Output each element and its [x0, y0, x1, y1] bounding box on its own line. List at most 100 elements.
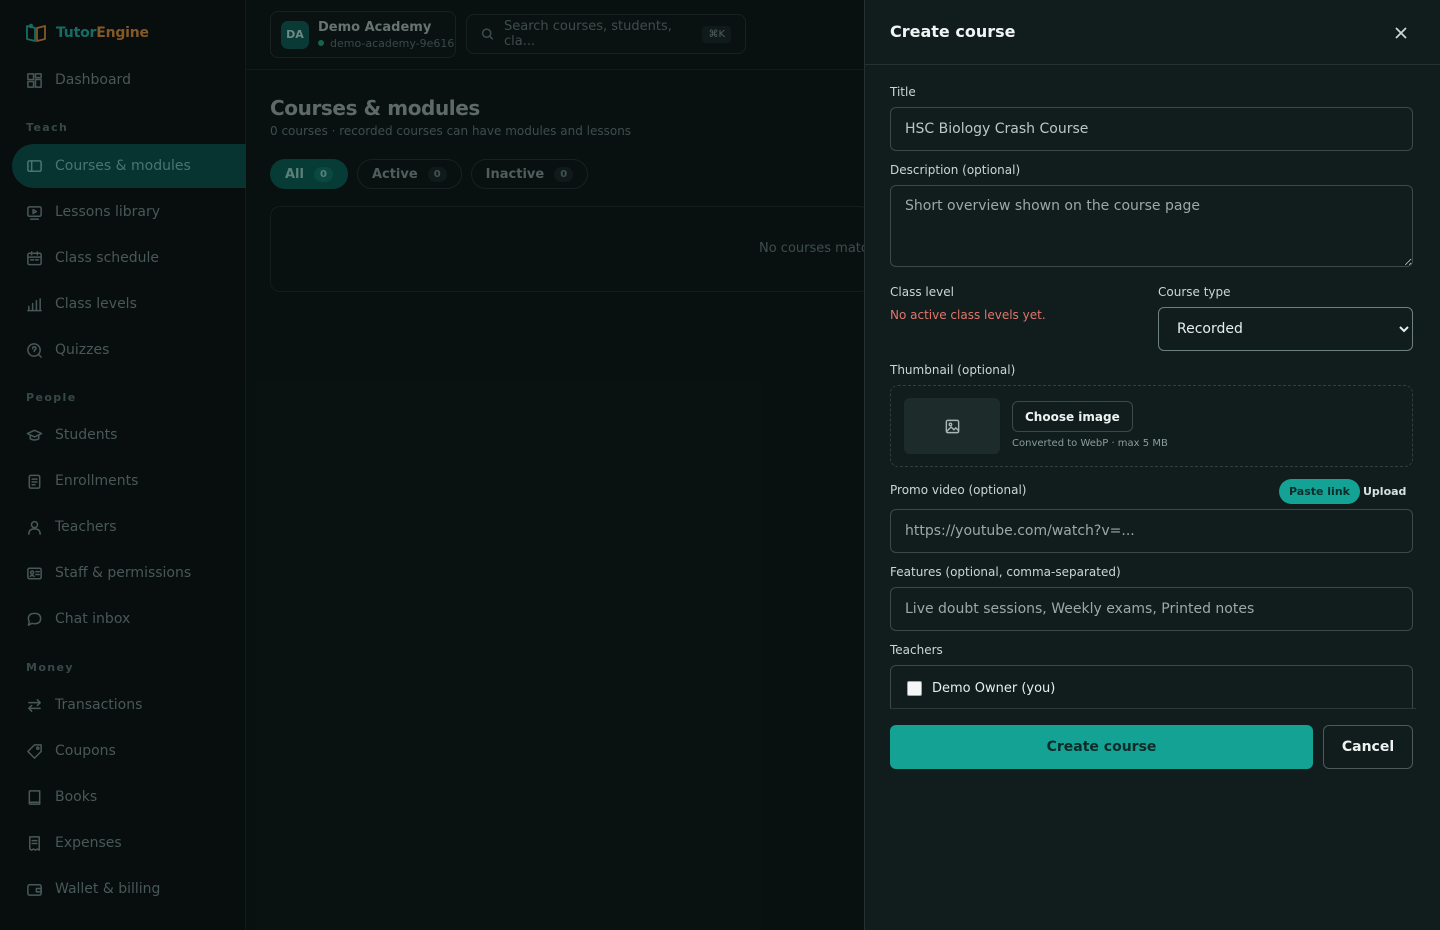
sidebar-item-books[interactable]: Books: [12, 775, 246, 819]
promo-video-label: Promo video (optional): [890, 483, 1027, 497]
global-search[interactable]: Search courses, students, cla... ⌘K: [466, 14, 746, 54]
sidebar-item-wallet-billing[interactable]: Wallet & billing: [12, 867, 246, 911]
id-card-icon: [27, 567, 42, 579]
sidebar-item-quizzes[interactable]: Quizzes: [12, 328, 246, 372]
create-course-button[interactable]: Create course: [890, 725, 1313, 769]
filter-tab-active[interactable]: Active 0: [356, 159, 462, 189]
search-icon: [481, 28, 494, 40]
sidebar-item-chat-inbox[interactable]: Chat inbox: [12, 597, 246, 641]
workspace-switcher[interactable]: DA Demo Academy demo-academy-9e616: [270, 11, 456, 58]
create-course-drawer: Create course Title Description (optiona…: [864, 0, 1440, 930]
dashboard-icon: [27, 72, 42, 88]
drawer-title: Create course: [890, 22, 1016, 41]
sidebar-item-expenses[interactable]: Expenses: [12, 821, 246, 865]
class-level-label: Class level: [890, 285, 954, 299]
sidebar-item-class-schedule[interactable]: Class schedule: [12, 236, 246, 280]
calendar-icon: [27, 250, 42, 265]
empty-state-text: No courses match: [759, 241, 870, 256]
drawer-header: Create course: [865, 0, 1440, 65]
tutor-engine-logo-icon: [24, 22, 48, 44]
choose-image-button[interactable]: Choose image: [1012, 401, 1133, 432]
features-input[interactable]: [890, 587, 1413, 631]
help-circle-icon: [27, 342, 42, 358]
workspace-avatar: DA: [281, 20, 309, 49]
tag-icon: [27, 743, 42, 759]
sidebar: TutorEngine Dashboard Teach Courses & mo…: [0, 0, 246, 930]
filter-tab-label: Active: [371, 166, 418, 182]
brand-logo[interactable]: TutorEngine: [24, 22, 149, 44]
teacher-option-row[interactable]: Demo Owner (you): [907, 681, 1055, 696]
wallet-icon: [27, 883, 42, 896]
promo-video-input[interactable]: [890, 509, 1413, 553]
sidebar-item-label: Wallet & billing: [55, 881, 161, 897]
filter-tab-inactive[interactable]: Inactive 0: [470, 159, 589, 189]
sidebar-item-label: Lessons library: [55, 204, 160, 220]
sidebar-item-coupons[interactable]: Coupons: [12, 729, 246, 773]
sidebar-item-lessons-library[interactable]: Lessons library: [12, 190, 246, 234]
sidebar-item-label: Enrollments: [55, 473, 139, 489]
sidebar-section-money: Money: [26, 661, 74, 674]
page-title: Courses & modules: [270, 96, 480, 120]
receipt-icon: [29, 835, 40, 851]
sidebar-section-people: People: [26, 391, 77, 404]
promo-tab-upload[interactable]: Upload: [1355, 479, 1414, 504]
search-shortcut-badge: ⌘K: [702, 25, 731, 43]
title-input[interactable]: [890, 107, 1413, 151]
class-level-error: No active class levels yet.: [890, 308, 1046, 322]
teachers-label: Teachers: [890, 643, 943, 657]
course-type-select[interactable]: Recorded: [1158, 307, 1413, 351]
description-label: Description (optional): [890, 163, 1021, 177]
sidebar-item-label: Dashboard: [55, 72, 131, 88]
sidebar-item-label: Courses & modules: [55, 158, 191, 174]
close-button[interactable]: [1390, 22, 1412, 44]
chat-bubble-icon: [27, 612, 42, 626]
promo-tab-paste-link[interactable]: Paste link: [1279, 479, 1360, 504]
clipboard-icon: [28, 474, 41, 489]
filter-count-badge: 0: [427, 166, 447, 182]
teachers-list: Demo Owner (you): [890, 665, 1413, 709]
teacher-option-label: Demo Owner (you): [932, 681, 1056, 696]
sidebar-item-courses[interactable]: Courses & modules: [12, 144, 246, 188]
user-icon: [28, 520, 41, 535]
book-icon: [28, 789, 41, 805]
filter-tab-all[interactable]: All 0: [270, 159, 348, 189]
sidebar-item-staff-permissions[interactable]: Staff & permissions: [12, 551, 246, 595]
sidebar-item-label: Quizzes: [55, 342, 110, 358]
sidebar-item-teachers[interactable]: Teachers: [12, 505, 246, 549]
teacher-checkbox[interactable]: [907, 681, 922, 696]
book-open-icon: [27, 159, 42, 172]
workspace-slug: demo-academy-9e616: [330, 36, 455, 50]
sidebar-item-transactions[interactable]: Transactions: [12, 683, 246, 727]
arrows-swap-icon: [28, 698, 41, 712]
sidebar-item-dashboard[interactable]: Dashboard: [12, 58, 246, 102]
image-icon: [945, 419, 959, 433]
status-dot-icon: [318, 40, 324, 46]
sidebar-section-teach: Teach: [26, 121, 69, 134]
sidebar-item-label: Teachers: [55, 519, 117, 535]
sidebar-item-label: Transactions: [55, 697, 143, 713]
footer-divider: [890, 708, 1416, 709]
filter-tab-label: All: [285, 166, 304, 182]
sidebar-item-label: Coupons: [55, 743, 116, 759]
sidebar-item-label: Staff & permissions: [55, 565, 192, 581]
thumbnail-dropzone[interactable]: Choose image Converted to WebP · max 5 M…: [890, 385, 1413, 467]
workspace-slug-row: demo-academy-9e616: [318, 37, 454, 50]
filter-tab-label: Inactive: [485, 166, 545, 182]
filter-count-badge: 0: [313, 166, 333, 182]
page-subtitle: 0 courses · recorded courses can have mo…: [270, 124, 632, 138]
course-filter-tabs: All 0 Active 0 Inactive 0: [270, 159, 589, 189]
features-label: Features (optional, comma-separated): [890, 565, 1121, 579]
sidebar-item-label: Chat inbox: [55, 611, 131, 627]
thumbnail-label: Thumbnail (optional): [890, 363, 1016, 377]
bar-chart-icon: [27, 297, 42, 311]
sidebar-item-class-levels[interactable]: Class levels: [12, 282, 246, 326]
thumbnail-preview: [904, 398, 1000, 454]
thumbnail-hint: Converted to WebP · max 5 MB: [1012, 438, 1168, 449]
description-textarea[interactable]: [890, 185, 1413, 267]
sidebar-item-students[interactable]: Students: [12, 413, 246, 457]
sidebar-item-label: Class schedule: [55, 250, 160, 266]
sidebar-item-label: Class levels: [55, 296, 137, 312]
cancel-button[interactable]: Cancel: [1323, 725, 1413, 769]
brand-name: TutorEngine: [56, 25, 149, 41]
sidebar-item-enrollments[interactable]: Enrollments: [12, 459, 246, 503]
